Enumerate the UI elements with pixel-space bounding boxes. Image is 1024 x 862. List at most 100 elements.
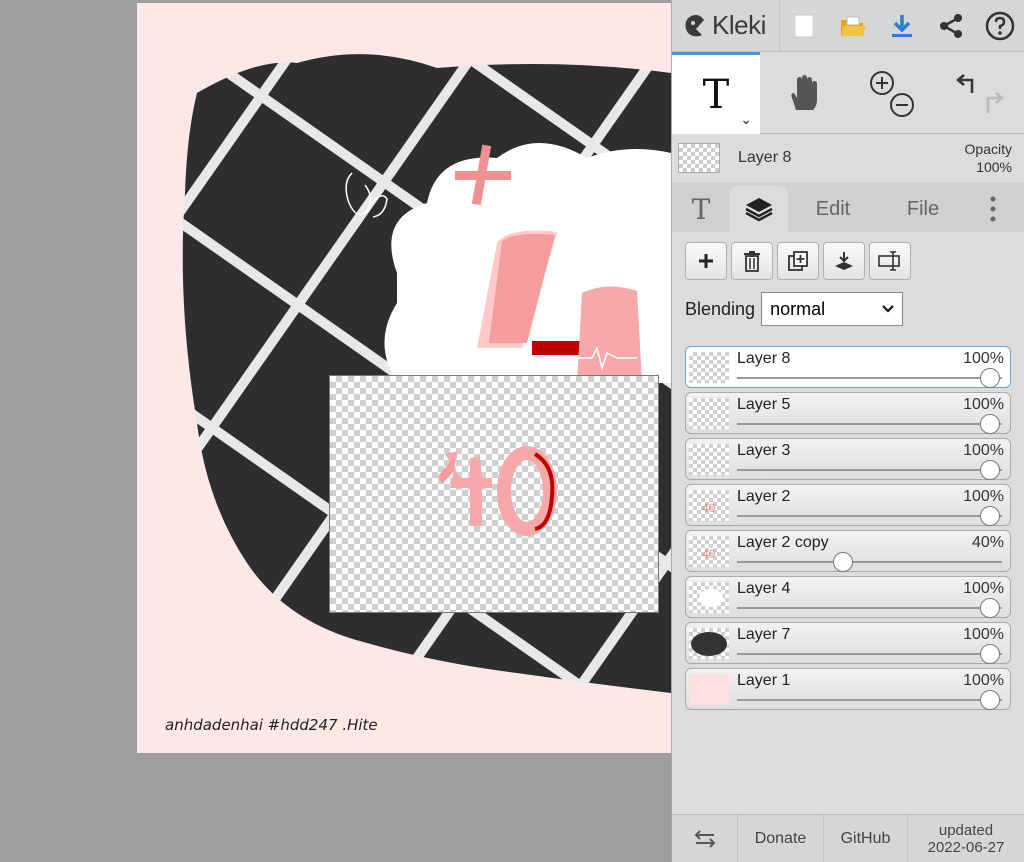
merge-down-icon	[835, 252, 853, 270]
kleki-logo-icon	[685, 14, 704, 36]
blending-row: Blending normal	[672, 280, 1024, 326]
donate-link[interactable]: Donate	[738, 815, 824, 862]
opacity-slider-handle[interactable]	[980, 690, 1000, 710]
layer-4-thumb-art	[699, 589, 723, 607]
undo-redo-buttons	[936, 52, 1024, 134]
current-layer-thumbnail	[678, 143, 720, 173]
opacity-label: Opacity	[964, 141, 1012, 157]
svg-text:40: 40	[702, 501, 716, 515]
text-tool-icon: T	[702, 71, 730, 118]
opacity-slider-handle[interactable]	[980, 368, 1000, 388]
opacity-slider-track[interactable]	[737, 377, 1002, 379]
layer-thumbnail	[689, 674, 729, 705]
download-button[interactable]	[877, 0, 926, 52]
swap-side-button[interactable]	[672, 815, 738, 862]
tab-edit[interactable]: Edit	[788, 186, 878, 232]
layer-name: Layer 2 copy	[737, 534, 829, 551]
layers-icon	[745, 198, 773, 222]
layer-2-copy-thumb-art: 40	[702, 547, 716, 561]
tab-tool-settings[interactable]: T	[672, 186, 730, 232]
current-layer-name: Layer 8	[738, 149, 792, 166]
top-bar: Kleki	[672, 0, 1024, 52]
layer-opacity: 100%	[963, 580, 1004, 597]
layer-thumbnail	[689, 444, 729, 475]
zoom-buttons	[848, 52, 936, 134]
zoom-in-out-icon[interactable]	[862, 63, 922, 123]
undo-redo-icon[interactable]	[950, 63, 1010, 123]
hand-tool-button[interactable]	[760, 52, 848, 134]
kleki-logo[interactable]: Kleki	[672, 0, 780, 52]
opacity-slider-track[interactable]	[737, 607, 1002, 609]
text-tool-button[interactable]: T ⌄	[672, 52, 760, 134]
github-link[interactable]: GitHub	[824, 815, 908, 862]
rename-layer-button[interactable]	[869, 242, 911, 280]
opacity-slider-track[interactable]	[737, 469, 1002, 471]
blending-select[interactable]: normal	[761, 292, 904, 326]
layer-row[interactable]: Layer 4 100%	[685, 576, 1011, 618]
layer-thumbnail	[689, 352, 729, 383]
more-vertical-icon	[990, 196, 996, 222]
share-button[interactable]	[926, 0, 975, 52]
layer-name: Layer 1	[737, 672, 791, 689]
layer-opacity: 100%	[963, 396, 1004, 413]
artboard[interactable]: anhdadenhai #hdd247 .Hite	[137, 3, 671, 753]
panel-tabs: T Edit File	[672, 182, 1024, 232]
open-image-button[interactable]	[829, 0, 878, 52]
layer-name: Layer 8	[737, 350, 791, 367]
layer-row[interactable]: 40 Layer 2 copy 40%	[685, 530, 1011, 572]
opacity-slider-track[interactable]	[737, 561, 1002, 563]
layer-thumbnail: 40	[689, 536, 729, 567]
layer-row[interactable]: Layer 1 100%	[685, 668, 1011, 710]
layer-name: Layer 7	[737, 626, 791, 643]
side-panel: Kleki T ⌄ Layer 8 Opacity 100% T Edit Fi…	[671, 0, 1024, 862]
open-folder-icon	[841, 16, 866, 36]
opacity-slider-handle[interactable]	[980, 414, 1000, 434]
opacity-slider-track[interactable]	[737, 699, 1002, 701]
layer-name: Layer 5	[737, 396, 791, 413]
new-image-icon	[794, 14, 814, 37]
merge-layer-button[interactable]	[823, 242, 865, 280]
opacity-slider-handle[interactable]	[833, 552, 853, 572]
layer-row[interactable]: Layer 7 100%	[685, 622, 1011, 664]
opacity-slider-handle[interactable]	[980, 644, 1000, 664]
duplicate-icon	[788, 251, 808, 271]
layer-opacity: 40%	[971, 534, 1004, 551]
layer-row[interactable]: Layer 3 100%	[685, 438, 1011, 480]
delete-layer-button[interactable]	[731, 242, 773, 280]
tab-file[interactable]: File	[878, 186, 968, 232]
opacity-slider-track[interactable]	[737, 515, 1002, 517]
layer-name: Layer 4	[737, 580, 791, 597]
opacity-slider-handle[interactable]	[980, 506, 1000, 526]
signature-text: anhdadenhai #hdd247 .Hite	[165, 716, 378, 734]
opacity-value: 100%	[976, 159, 1012, 175]
opacity-slider-handle[interactable]	[980, 598, 1000, 618]
layer-row[interactable]: 40 Layer 2 100%	[685, 484, 1011, 526]
duplicate-layer-button[interactable]	[777, 242, 819, 280]
updated-date: 2022-06-27	[927, 838, 1005, 856]
layer-opacity: 100%	[963, 626, 1004, 643]
new-image-button[interactable]	[780, 0, 829, 52]
rename-icon	[878, 251, 900, 271]
add-layer-button[interactable]	[685, 242, 727, 280]
plus-icon	[699, 254, 713, 268]
chevron-down-icon	[882, 305, 894, 313]
canvas-area[interactable]: anhdadenhai #hdd247 .Hite	[0, 0, 671, 862]
layer-2-thumb-art: 40	[702, 501, 716, 515]
layer-thumbnail: 40	[689, 490, 729, 521]
layer-row[interactable]: Layer 8 100%	[685, 346, 1011, 388]
updated-label: updated	[938, 821, 994, 839]
more-menu-button[interactable]	[968, 186, 1018, 232]
chevron-down-icon[interactable]: ⌄	[740, 111, 752, 128]
layer-row[interactable]: Layer 5 100%	[685, 392, 1011, 434]
help-button[interactable]	[975, 0, 1024, 52]
current-layer-info[interactable]: Layer 8 Opacity 100%	[672, 134, 1024, 182]
layer-preview-overlay	[329, 375, 659, 613]
opacity-slider-handle[interactable]	[980, 460, 1000, 480]
hand-icon	[791, 75, 817, 110]
opacity-slider-track[interactable]	[737, 653, 1002, 655]
layer-7-thumb-art	[691, 632, 727, 656]
tab-layers[interactable]	[730, 186, 788, 232]
swap-arrows-icon	[694, 829, 715, 848]
opacity-slider-track[interactable]	[737, 423, 1002, 425]
updated-info[interactable]: updated 2022-06-27	[908, 815, 1024, 862]
